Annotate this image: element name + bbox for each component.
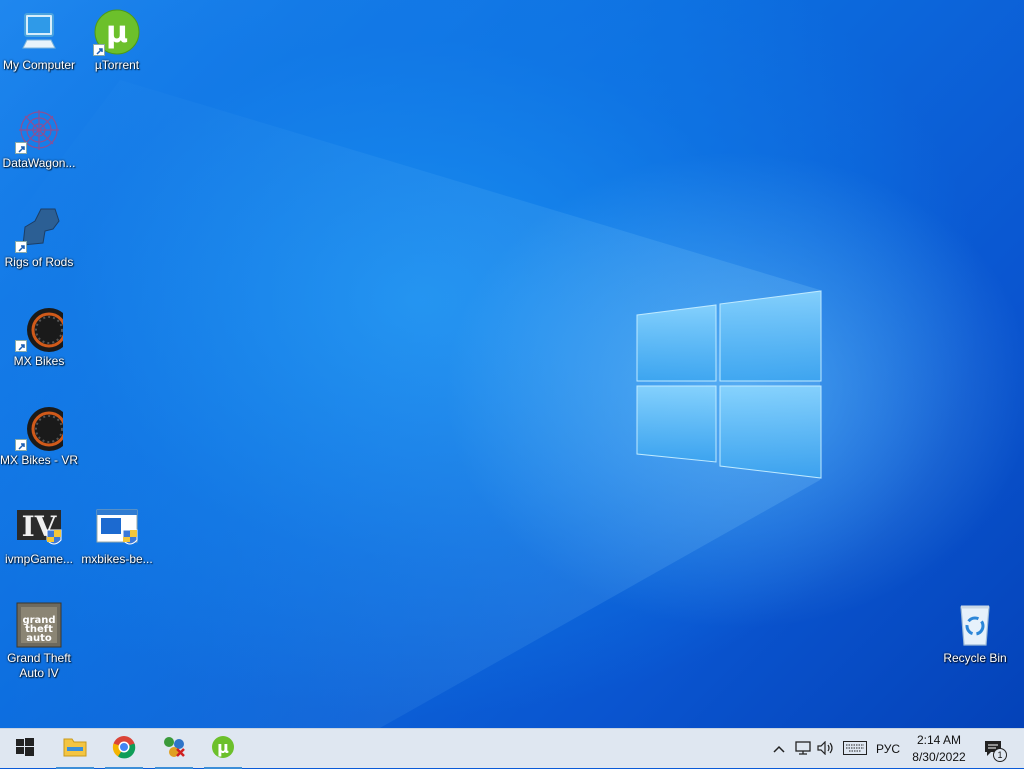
icon-label: Grand Theft Auto IV [7,651,71,680]
taskbar-utorrent[interactable]: µ [200,729,246,769]
network-status-button[interactable] [792,729,814,769]
utorrent-icon: µ [211,735,235,764]
notification-count-badge: 1 [993,748,1007,762]
language-label: РУС [875,742,901,756]
desktop-icon-datawagon[interactable]: DataWagon... [0,106,78,171]
chevron-up-icon [773,742,785,756]
icon-label: DataWagon... [2,156,76,170]
start-icon [16,737,34,761]
speaker-icon [817,740,835,758]
clock-date: 8/30/2022 [912,750,966,764]
input-language-indicator[interactable]: РУС [872,729,904,769]
shortcut-arrow-icon [93,44,105,56]
notification-icon: 1 [983,739,1007,762]
installer-icon [93,502,141,550]
icon-label: mxbikes-be... [81,552,153,566]
shortcut-arrow-icon [15,340,27,352]
folder-icon [63,736,87,763]
shortcut-arrow-icon [15,439,27,451]
shortcut-arrow-icon [15,241,27,253]
taskbar-chrome[interactable] [101,729,147,769]
icon-label: µTorrent [94,58,140,72]
icon-label: My Computer [2,58,76,72]
svg-text:auto: auto [26,633,52,644]
svg-text:µ: µ [106,15,128,50]
clock-time: 2:14 AM [916,733,962,747]
utorrent-icon: µ [93,8,141,56]
datawagon-icon [15,106,63,154]
desktop-icon-ivmp[interactable]: IV ivmpGame... [0,502,78,567]
svg-text:µ: µ [217,738,229,757]
start-button[interactable] [2,729,48,769]
action-center-button[interactable]: 1 [978,729,1008,769]
desktop-icon-mxbikes-installer[interactable]: mxbikes-be... [78,502,156,567]
volume-button[interactable] [815,729,837,769]
icon-label: MX Bikes - VR [0,453,79,467]
desktop-icon-gta-iv[interactable]: grand theft auto Grand Theft Auto IV [0,601,78,681]
shortcut-arrow-icon [15,142,27,154]
desktop-icon-my-computer[interactable]: My Computer [0,8,78,73]
rigs-of-rods-icon [15,205,63,253]
taskbar-file-explorer[interactable] [52,729,98,769]
icon-label: Rigs of Rods [4,255,74,269]
desktop[interactable]: My Computer µ µTorrent DataWagon... Rigs… [0,0,1024,728]
desktop-icon-rigs-of-rods[interactable]: Rigs of Rods [0,205,78,270]
recycle-bin-icon [951,601,999,649]
icon-label: ivmpGame... [4,552,73,566]
mx-bikes-icon [15,304,71,352]
desktop-icon-utorrent[interactable]: µ µTorrent [78,8,156,73]
mx-bikes-vr-icon [15,403,71,451]
taskbar: µ РУС 2:14 AM 8/30/2022 1 [0,728,1024,769]
windows-wallpaper [0,80,822,728]
desktop-icon-mx-bikes[interactable]: MX Bikes [0,304,78,369]
icon-label: Recycle Bin [943,651,1007,665]
ivmp-icon: IV [15,502,63,550]
gta-iv-icon: grand theft auto [15,601,63,649]
keyboard-icon [843,740,867,758]
taskbar-network-app[interactable] [151,729,197,769]
network-icon [795,740,811,758]
icon-label: MX Bikes [13,354,65,368]
computer-icon [15,8,63,56]
network-app-icon [162,735,186,764]
show-hidden-icons-button[interactable] [768,729,790,769]
desktop-icon-recycle-bin[interactable]: Recycle Bin [936,601,1014,666]
desktop-icon-mx-bikes-vr[interactable]: MX Bikes - VR [0,403,78,468]
chrome-icon [112,735,136,764]
clock[interactable]: 2:14 AM 8/30/2022 [905,732,973,766]
touch-keyboard-button[interactable] [840,729,870,769]
